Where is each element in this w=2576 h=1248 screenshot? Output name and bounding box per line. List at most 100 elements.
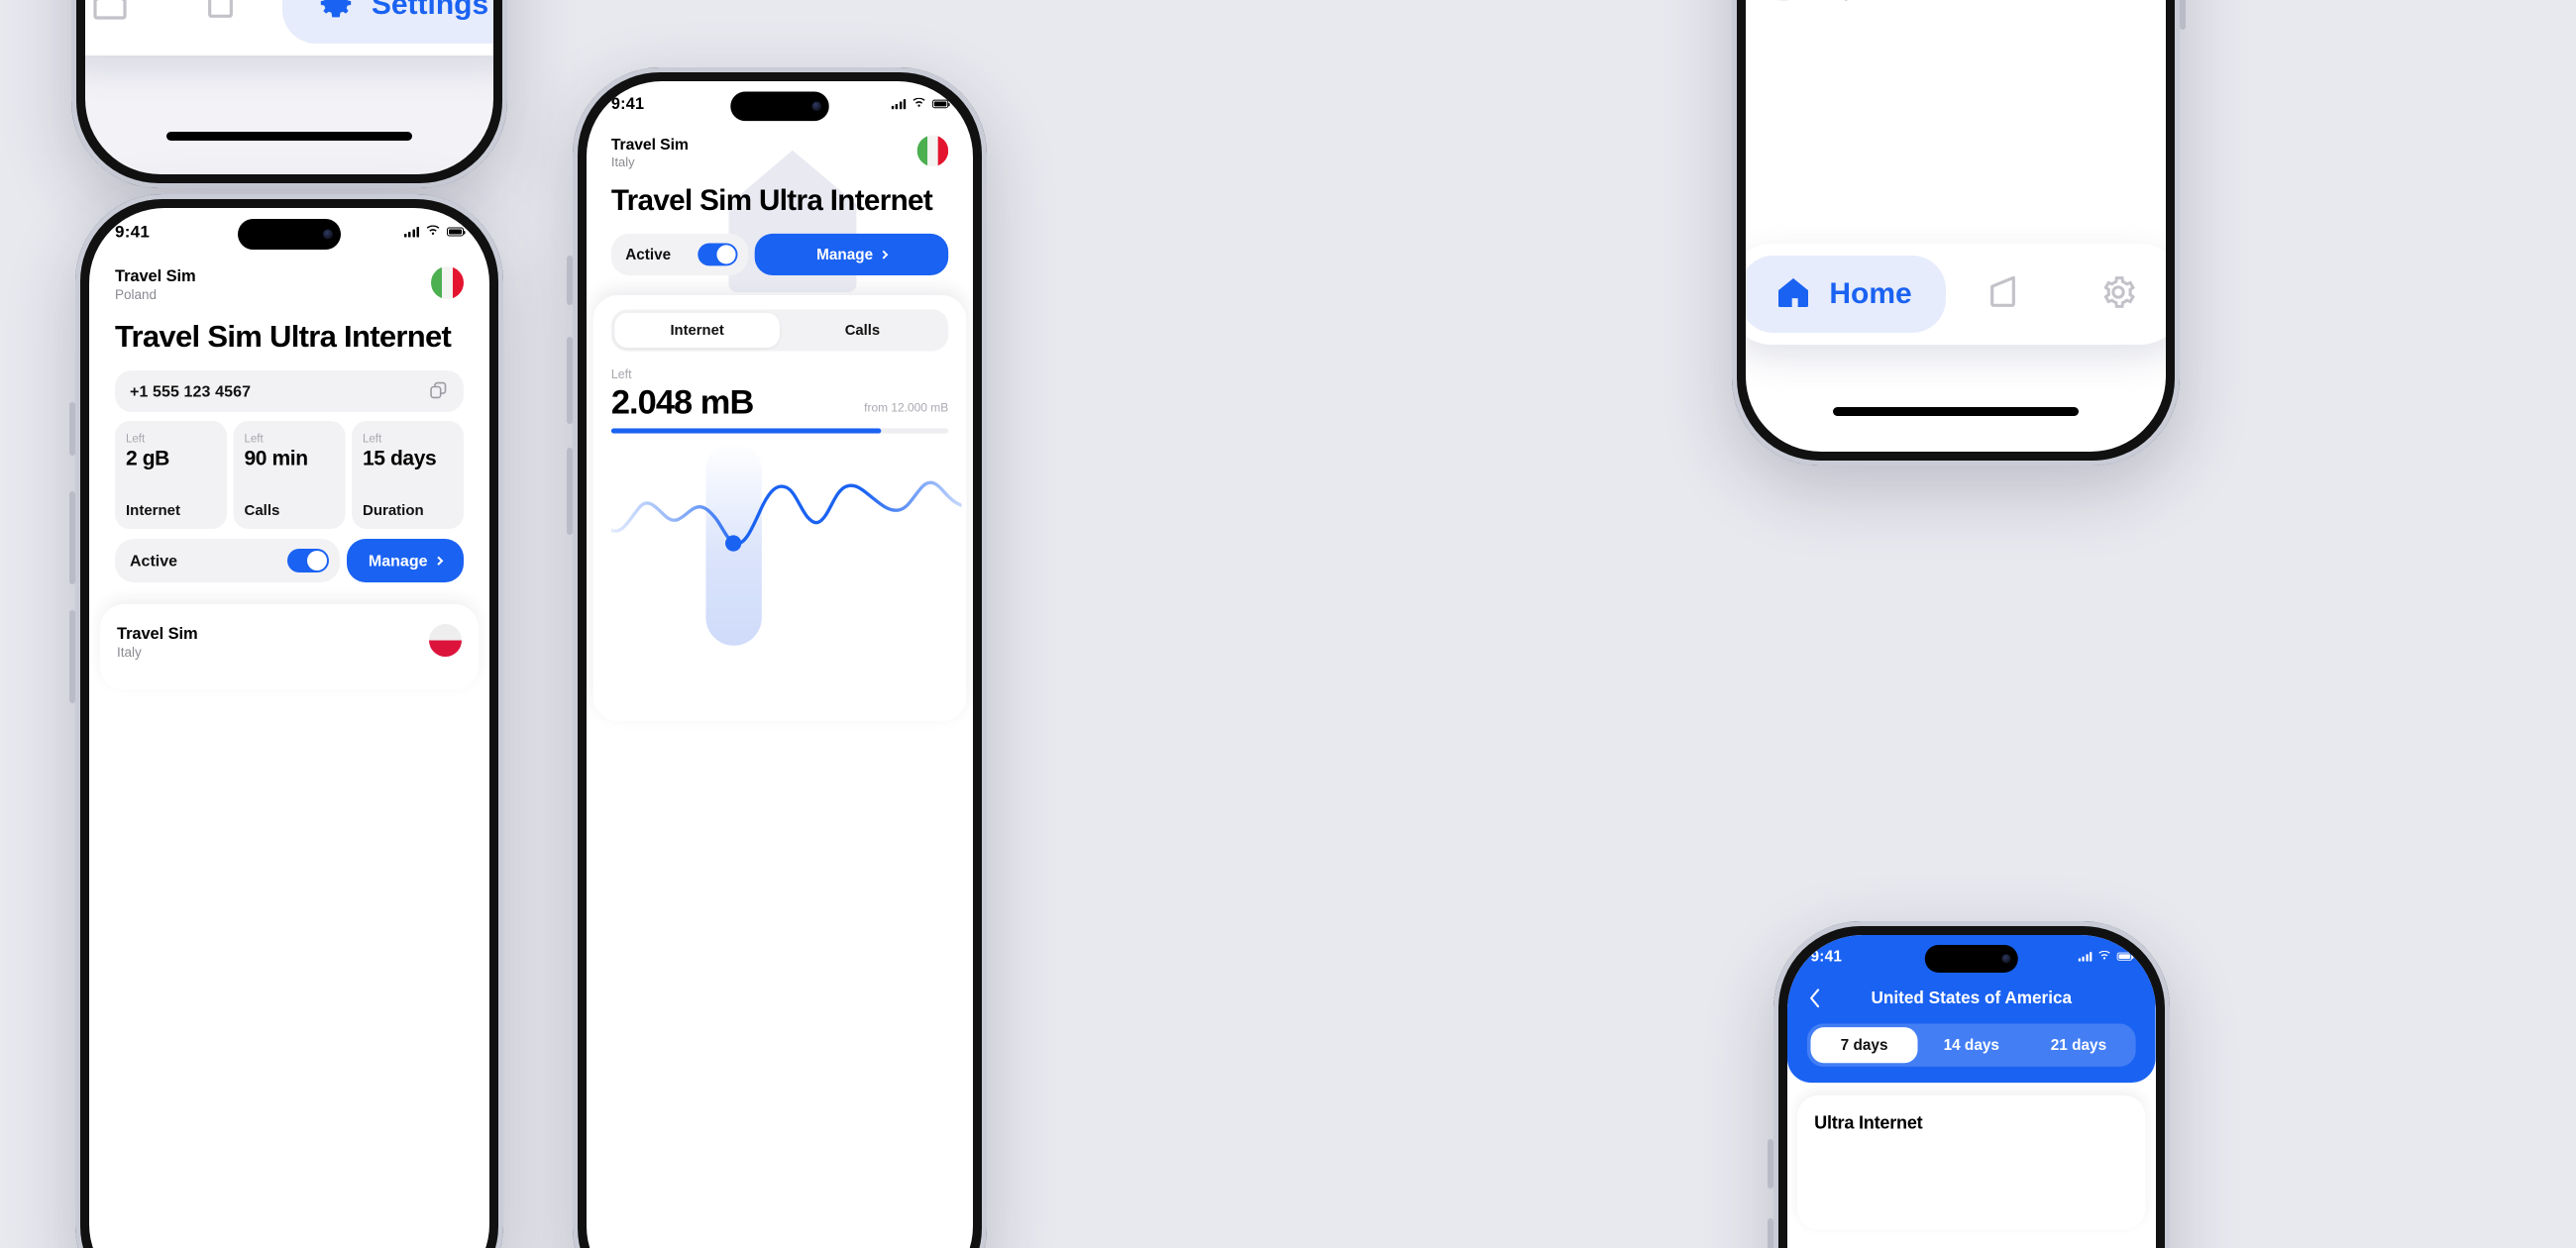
tab-settings[interactable] <box>2065 256 2166 333</box>
screen-left: 9:41 Travel Sim Poland Travel Sim Ultra … <box>89 208 489 1248</box>
stat-label: Left <box>363 432 382 446</box>
app-category: Messager <box>1809 0 1882 1</box>
battery-icon <box>447 227 466 237</box>
status-bar-left: 9:41 <box>89 208 489 256</box>
status-time: 9:41 <box>115 222 151 242</box>
screen-top-right: Feb 12 Feb 14 Feb 16 Feb 18 Feb 20 Feb 2… <box>1746 0 2166 452</box>
usage-progress-fill <box>610 428 882 434</box>
nav-bar: United States of America <box>1787 978 2156 1008</box>
sim-name: Travel Sim <box>115 266 196 285</box>
phone-left: 9:41 Travel Sim Poland Travel Sim Ultra … <box>69 194 503 1248</box>
active-toggle-row[interactable]: Active <box>115 539 340 583</box>
active-toggle-switch[interactable] <box>286 549 329 573</box>
usage-sheet: Internet Calls Left 2.048 mB from 12.000… <box>592 295 967 722</box>
stat-card-duration[interactable]: Left 15 days Duration <box>352 421 464 530</box>
tab-home[interactable]: Home <box>1746 256 1946 333</box>
manage-button-label: Manage <box>368 551 428 570</box>
stats-grid: Left 2 gB Internet Left 90 min Calls Lef… <box>115 421 464 530</box>
stat-value: 90 min <box>244 446 309 470</box>
tab-calls-label: Calls <box>844 322 881 339</box>
tab-home[interactable] <box>85 0 163 44</box>
nav-title: United States of America <box>1871 988 2073 1007</box>
manage-button-label: Manage <box>816 246 874 263</box>
next-sim-card[interactable]: Travel Sim Italy <box>100 604 479 690</box>
card-icon <box>1986 272 2025 317</box>
home-icon <box>1773 272 1813 317</box>
home-indicator <box>166 132 412 141</box>
phone-number-field[interactable]: +1 555 123 4567 <box>115 370 464 413</box>
manage-button[interactable]: Manage <box>346 539 464 583</box>
active-toggle-row[interactable]: Active <box>610 234 749 276</box>
stat-value: 2 gB <box>126 446 169 470</box>
tab-21-days[interactable]: 21 days <box>2025 1027 2132 1063</box>
page-title: Travel Sim Ultra Internet <box>610 183 933 217</box>
tab-cards[interactable] <box>169 0 276 44</box>
cellular-signal-icon <box>891 99 907 110</box>
sim-header-center: Travel Sim Italy <box>611 135 949 169</box>
status-time: 9:41 <box>610 94 645 113</box>
action-row-left: Active Manage <box>115 539 464 583</box>
app-usage-list: Telegram Messager 327 mB Instagram <box>1768 0 2142 9</box>
tab-calls[interactable]: Calls <box>780 313 945 348</box>
stat-caption: Internet <box>126 502 181 519</box>
italy-flag-icon <box>916 135 949 167</box>
tab-home-label: Home <box>1829 277 1912 310</box>
stat-label: Left <box>126 432 146 446</box>
chart-point-highlight <box>725 535 742 552</box>
wifi-icon <box>426 225 441 239</box>
sim-header-left: Travel Sim Poland <box>115 266 464 303</box>
page-title: Travel Sim Ultra Internet <box>115 319 452 355</box>
screen-center: 9:41 Travel Sim Italy Travel Sim Ultra I… <box>587 81 973 1248</box>
stat-card-calls[interactable]: Left 90 min Calls <box>233 421 346 530</box>
wifi-icon <box>2097 950 2111 963</box>
stat-caption: Duration <box>363 502 424 519</box>
usage-summary: Left 2.048 mB from 12.000 mB <box>610 366 949 434</box>
plan-card[interactable]: Ultra Internet <box>1796 1094 2146 1230</box>
tab-7-days[interactable]: 7 days <box>1810 1027 1918 1064</box>
tab-cards[interactable] <box>1952 256 2059 333</box>
usage-tabs: Internet Calls <box>610 309 949 352</box>
stat-card-internet[interactable]: Left 2 gB Internet <box>115 421 227 530</box>
usage-label: Left <box>610 366 632 382</box>
tab-internet-label: Internet <box>670 322 724 339</box>
screen-bottom-right: 9:41 United States of America 7 days 14 … <box>1787 935 2156 1248</box>
cellular-signal-icon <box>403 227 419 238</box>
italy-flag-icon <box>431 266 464 299</box>
tabbar-settings: Settings <box>85 0 493 55</box>
tab-internet[interactable]: Internet <box>614 312 781 349</box>
stat-label: Left <box>244 432 264 446</box>
home-indicator <box>1833 407 2079 416</box>
status-time: 9:41 <box>1810 947 1843 966</box>
screen-top-left: Settings <box>85 0 493 174</box>
usage-progress-track <box>610 428 949 434</box>
stat-value: 15 days <box>363 446 437 470</box>
dynamic-island <box>730 91 829 122</box>
poland-flag-icon <box>429 624 462 658</box>
tab-settings[interactable]: Settings <box>281 0 493 44</box>
active-toggle-label: Active <box>130 551 178 570</box>
dynamic-island <box>238 219 341 250</box>
usage-chart <box>610 442 962 687</box>
next-sim-name: Travel Sim <box>117 624 198 643</box>
usage-total: from 12.000 mB <box>864 401 949 415</box>
manage-button[interactable]: Manage <box>754 234 949 276</box>
list-item[interactable]: WhatsApp Messager 327 mB <box>1768 0 2142 9</box>
battery-icon <box>931 99 950 109</box>
usage-value: 2.048 mB <box>610 383 754 422</box>
phone-number-value: +1 555 123 4567 <box>130 381 252 400</box>
wifi-icon <box>912 97 925 110</box>
active-toggle-switch[interactable] <box>698 243 738 266</box>
stat-caption: Calls <box>244 502 280 519</box>
next-sim-country: Italy <box>117 645 142 661</box>
card-icon <box>203 0 243 28</box>
cellular-signal-icon <box>2078 952 2093 962</box>
phone-bottom-right: 9:41 United States of America 7 days 14 … <box>1768 921 2170 1248</box>
blue-nav-header: 9:41 United States of America 7 days 14 … <box>1787 935 2156 1084</box>
phone-top-left: Settings <box>71 0 507 188</box>
copy-icon[interactable] <box>428 379 449 403</box>
plan-card-title: Ultra Internet <box>1814 1112 1923 1133</box>
phone-top-right: Feb 12 Feb 14 Feb 16 Feb 18 Feb 20 Feb 2… <box>1732 0 2186 466</box>
chevron-right-icon <box>434 556 444 566</box>
chevron-right-icon <box>879 250 889 260</box>
tab-14-days[interactable]: 14 days <box>1918 1027 2025 1063</box>
